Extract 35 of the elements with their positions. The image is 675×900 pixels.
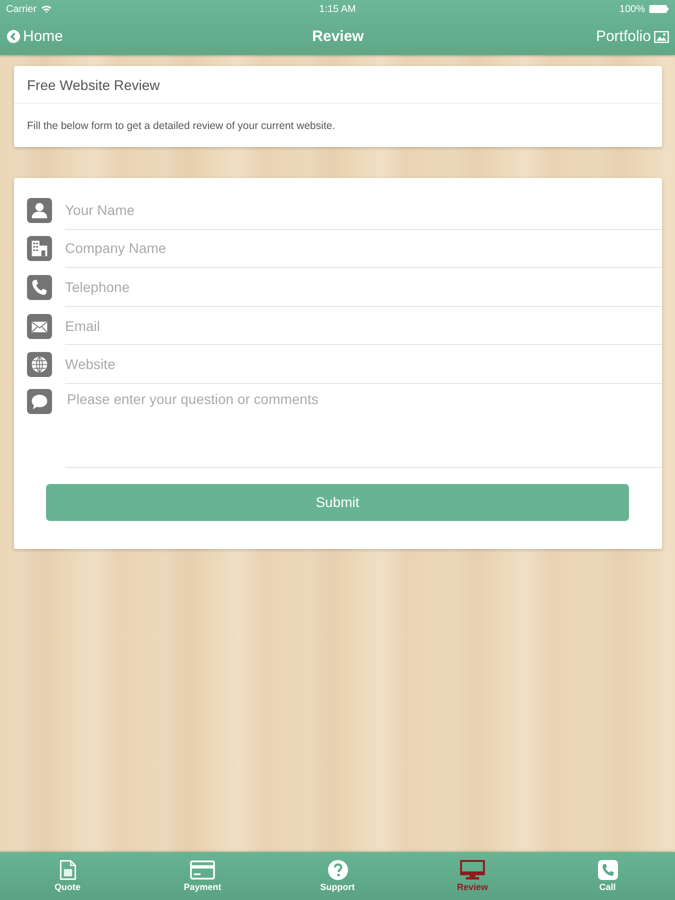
help-icon: [328, 860, 348, 880]
phone-icon: [27, 274, 52, 300]
input-field[interactable]: Telephone: [65, 268, 662, 307]
comments-field[interactable]: Please enter your question or comments: [65, 384, 662, 468]
tab-bar-item[interactable]: Call: [540, 852, 675, 900]
battery-percent: 100%: [619, 4, 645, 14]
image-icon: [654, 30, 669, 42]
phone-icon: [598, 860, 618, 880]
status-time: 1:15 AM: [319, 4, 356, 14]
home-back-button[interactable]: Home: [7, 28, 117, 45]
input-field[interactable]: Your Name: [65, 191, 662, 230]
credit-card-icon: [190, 860, 215, 880]
tab-bar-item[interactable]: Payment: [135, 852, 270, 900]
card-title: Free Website Review: [27, 76, 160, 92]
card-description: Fill the below form to get a detailed review of your current website.: [27, 120, 336, 132]
speech-bubble-icon: [27, 388, 52, 414]
monitor-icon: [460, 860, 485, 880]
wifi-icon: [40, 5, 52, 13]
input-field[interactable]: Company Name: [65, 230, 662, 268]
submit-button[interactable]: Submit: [46, 484, 629, 521]
circle-chevron-icon: [7, 30, 20, 43]
input-field[interactable]: Website: [65, 345, 662, 384]
globe-icon: [27, 352, 52, 378]
tab-bar-item[interactable]: Review: [405, 852, 540, 900]
screen-title: Review: [312, 28, 364, 45]
tab-bar-item[interactable]: Quote: [0, 852, 135, 900]
document-icon: [58, 860, 78, 880]
tab-bar-item[interactable]: Support: [270, 852, 405, 900]
building-icon: [27, 236, 52, 262]
person-icon: [27, 198, 52, 223]
input-field[interactable]: Email: [65, 306, 662, 346]
envelope-icon: [27, 314, 52, 339]
battery-icon: [648, 5, 669, 13]
portfolio-button[interactable]: Portfolio: [558, 28, 669, 45]
carrier-label: Carrier: [6, 4, 37, 14]
